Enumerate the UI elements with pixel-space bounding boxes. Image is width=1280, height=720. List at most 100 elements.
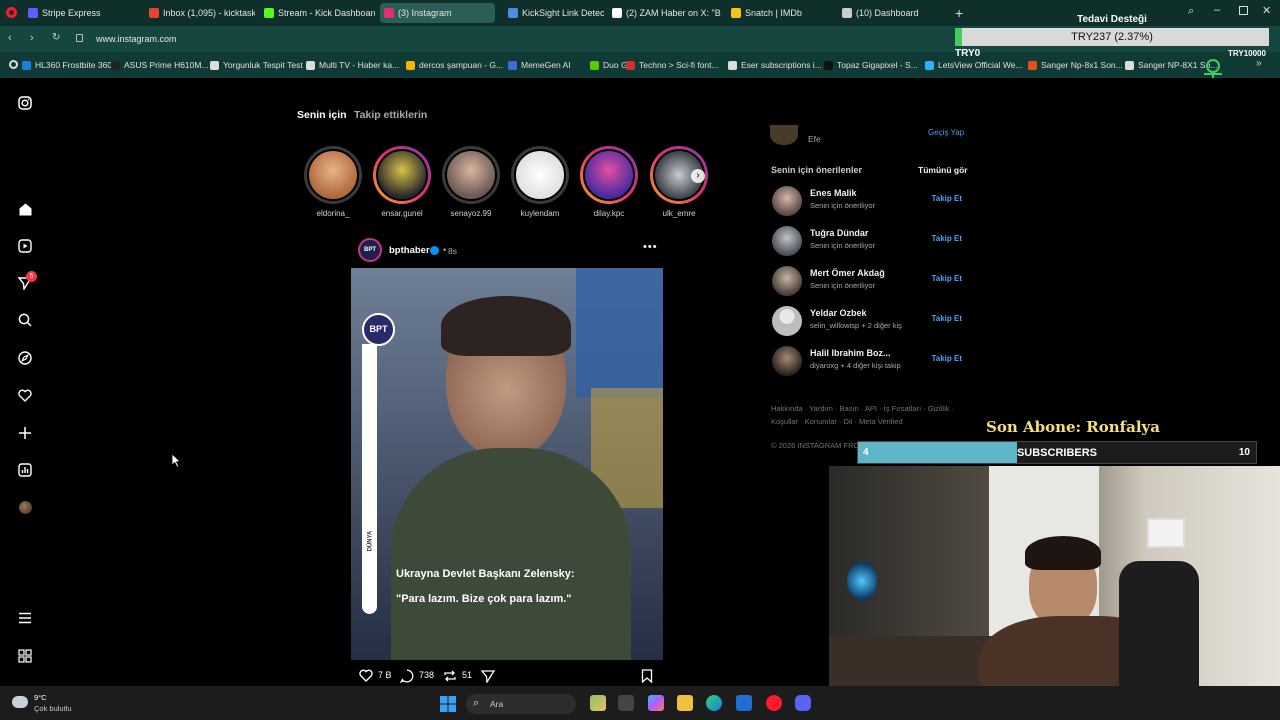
like-icon[interactable] [359,669,373,687]
close-window-icon[interactable]: ✕ [1262,4,1271,17]
bookmark-item[interactable]: dercos şampuan - G... [406,60,503,70]
windows-start-icon[interactable] [440,696,456,712]
suggestion-name[interactable]: Mert Ömer Akdağ [810,268,885,278]
bookmark-item[interactable]: Techno > Sci-fi font... [626,60,719,70]
browser-tab[interactable]: Snatch | IMDb [727,3,832,23]
follow-button[interactable]: Takip Et [931,194,962,203]
edge-icon[interactable] [706,695,722,711]
bookmark-item[interactable]: ASUS Prime H610M... [111,60,209,70]
notifications-heart-icon[interactable] [15,385,35,405]
back-icon[interactable]: ‹ [8,32,12,44]
bookmark-item[interactable]: Yorgunluk Tespit Test [210,60,303,70]
more-bookmarks-icon[interactable]: » [1256,58,1262,69]
bookmark-item[interactable]: Multi TV - Haber ka... [306,60,399,70]
explore-icon[interactable] [15,348,35,368]
dashboard-chart-icon[interactable] [15,460,35,480]
suggestion-name[interactable]: Tuğra Dündar [810,228,868,238]
bookmark-item[interactable]: Topaz Gigapixel - S... [824,60,918,70]
file-explorer-icon[interactable] [677,695,693,711]
taskview-icon[interactable] [590,695,606,711]
taskbar-search[interactable]: ⌕ Ara [466,694,576,714]
new-tab-icon[interactable]: + [955,5,963,21]
donation-amount: TRY237 (2.37%) [1071,31,1153,43]
copyright: © 2026 INSTAGRAM FRO [771,441,860,450]
bookmark-label: LetsView Official We... [938,60,1023,70]
reload-icon[interactable]: ↻ [52,32,60,43]
follow-button[interactable]: Takip Et [931,234,962,243]
post-more-options-icon[interactable]: ••• [643,241,658,253]
messages-icon[interactable]: 5 [15,271,37,293]
forward-icon[interactable]: › [30,32,34,44]
browser-tab[interactable]: (3) Instagram [380,3,495,23]
stories-next-icon[interactable]: › [691,169,705,183]
story-item[interactable]: eldorina_ [304,146,362,218]
opera-taskbar-icon[interactable] [766,695,782,711]
minimize-icon[interactable]: – [1214,4,1220,16]
post-username[interactable]: bpthaber [389,245,430,256]
terminal-icon[interactable] [618,695,634,711]
follow-button[interactable]: Takip Et [931,314,962,323]
reels-icon[interactable] [15,236,35,256]
post-author-avatar[interactable]: BPT [358,238,382,262]
post-image[interactable]: BPT DÜNYA Ukrayna Devlet Başkanı Zelensk… [351,268,663,660]
bookmark-item[interactable]: LetsView Official We... [925,60,1023,70]
suggestion-name[interactable]: Halil Ibrahim Boz... [810,348,891,358]
more-menu-icon[interactable] [15,608,35,628]
bookmark-item[interactable]: Eser subscriptions i... [728,60,822,70]
windows-taskbar [0,686,1280,720]
story-item[interactable]: ensar.gunel [373,146,431,218]
suggestion-avatar[interactable] [772,306,802,336]
tab-favicon-icon [384,8,394,18]
meta-apps-icon[interactable] [15,646,35,666]
weather-icon[interactable] [12,696,28,708]
suggestion-name[interactable]: Yeldar Ozbek [810,308,867,318]
address-bar[interactable]: www.instagram.com [96,34,177,44]
store-icon[interactable] [736,695,752,711]
white-side-strip [362,344,377,614]
donation-min: TRY0 [955,48,981,59]
footer-links-2[interactable]: Koşullar · Konumlar · Dil · Meta Verifie… [771,417,903,426]
post-time-dot: • [443,245,447,255]
profile-avatar[interactable] [15,497,35,517]
suggestion-subtitle: selin_willowisp + 2 diğer kiş [810,321,902,330]
footer-links-1[interactable]: Hakkında · Yardım · Basın · API · İş Fır… [771,404,954,413]
suggestion-name[interactable]: Enes Malik [810,188,857,198]
story-item[interactable]: dilay.kpc [580,146,638,218]
see-all-link[interactable]: Tümünü gör [918,165,968,175]
opera-logo-icon[interactable] [6,7,17,18]
tab-for-you[interactable]: Senin için [297,109,347,121]
story-item[interactable]: senayoz.99 [442,146,500,218]
home-icon[interactable] [15,199,35,219]
suggestion-avatar[interactable] [772,266,802,296]
maximize-icon[interactable] [1239,6,1248,15]
current-account-avatar[interactable] [770,125,798,145]
weather-desc[interactable]: Çok bulutlu [34,704,72,713]
person-body [391,448,631,660]
copilot-icon[interactable] [648,695,664,711]
suggestion-avatar[interactable] [772,346,802,376]
browser-tab[interactable]: Stripe Express [24,3,139,23]
browser-tab[interactable]: (10) Dashboard [838,3,950,23]
browser-tab[interactable]: KickSight Link Detector [504,3,604,23]
follow-button[interactable]: Takip Et [931,354,962,363]
search-tabs-icon[interactable]: ⌕ [1188,5,1194,18]
story-item[interactable]: kuylendam [511,146,569,218]
switch-account-link[interactable]: Geçiş Yap [928,128,964,137]
browser-tab[interactable]: Stream - Kick Dashboard [260,3,375,23]
weather-temp[interactable]: 9°C [34,693,47,702]
opera-bookmark-icon[interactable] [9,60,18,69]
bookmark-item[interactable]: MemeGen AI [508,60,571,70]
follow-button[interactable]: Takip Et [931,274,962,283]
bookmark-item[interactable]: HL360 Frostbite 360... [22,60,119,70]
tab-following[interactable]: Takip ettiklerin [354,109,427,121]
suggestion-avatar[interactable] [772,186,802,216]
search-icon[interactable] [15,310,35,330]
instagram-logo-icon[interactable] [15,93,35,113]
create-plus-icon[interactable] [15,423,35,443]
browser-tab[interactable]: Inbox (1,095) - kicktaskin [145,3,255,23]
suggestion-avatar[interactable] [772,226,802,256]
browser-tab[interactable]: (2) ZAM Haber on X: "Bir [608,3,721,23]
bookmark-item[interactable]: Sanger Np-8x1 Son... [1028,60,1123,70]
discord-icon[interactable] [795,695,811,711]
bookmark-favicon-icon [306,60,315,70]
